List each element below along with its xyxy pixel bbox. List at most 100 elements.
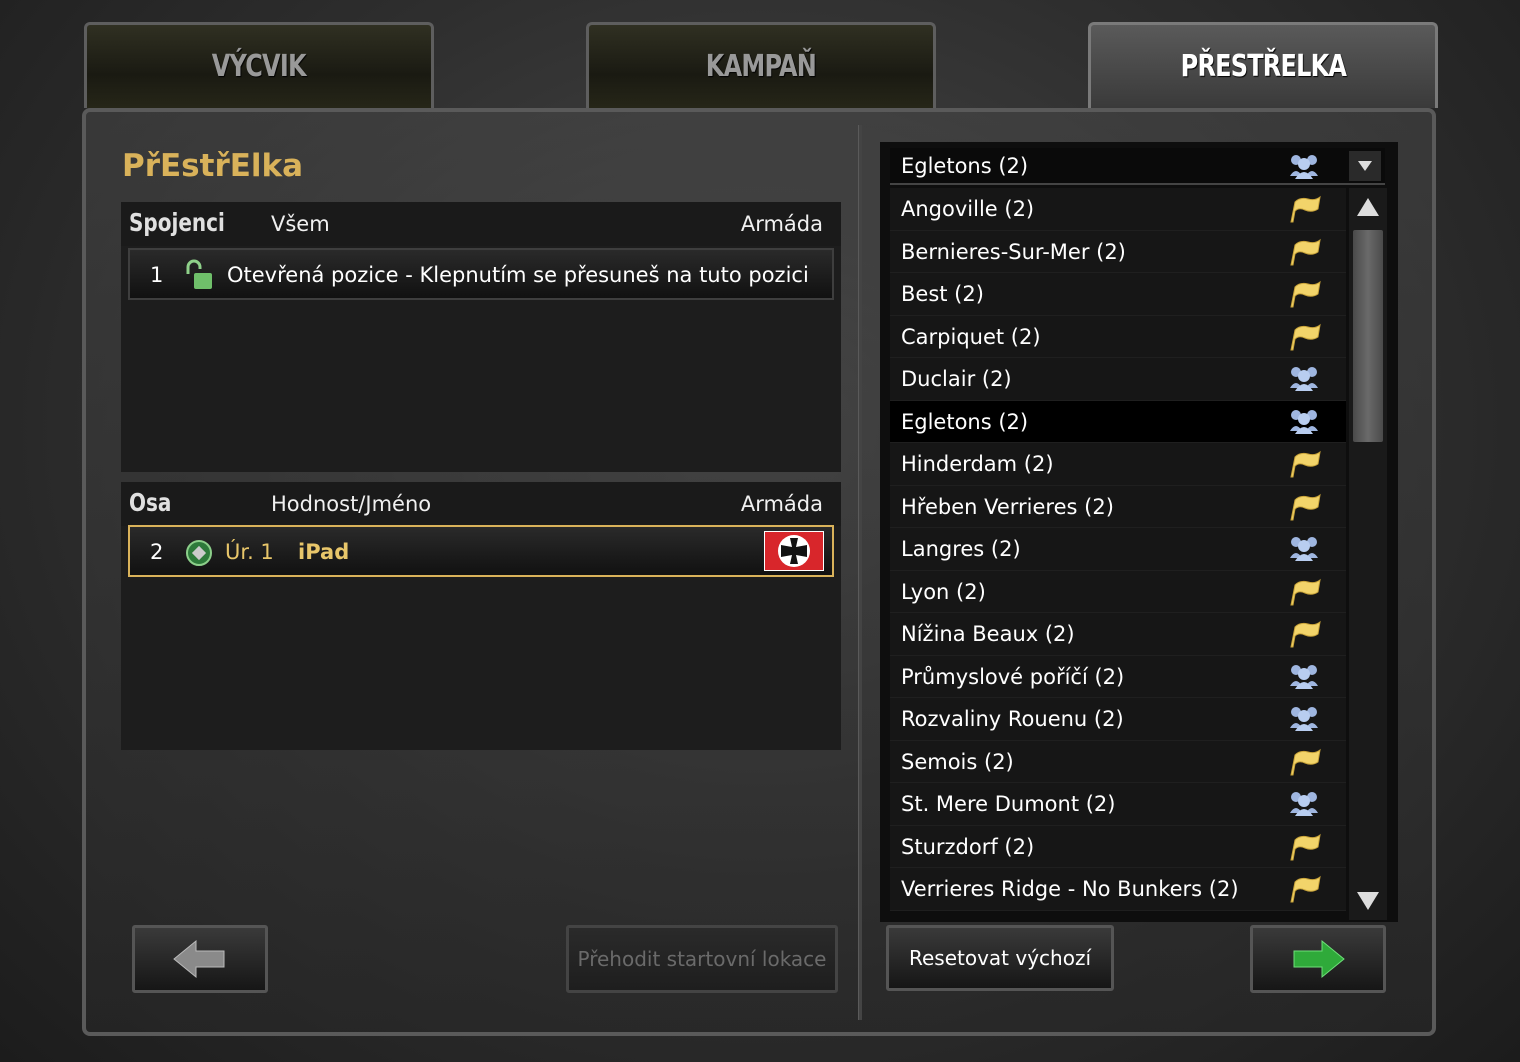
back-arrow-icon [173, 939, 225, 979]
flag-icon [1288, 874, 1322, 908]
tab-skirmish[interactable]: PŘESTŘELKA [1088, 22, 1438, 108]
flag-icon [1288, 832, 1322, 866]
forward-arrow-icon [1293, 939, 1345, 979]
group-icon [1290, 155, 1318, 179]
map-dropdown[interactable]: Egletons (2) [890, 148, 1385, 185]
rank-badge-icon [186, 540, 212, 566]
arrow-up-icon [1357, 198, 1379, 216]
army-flag[interactable] [764, 531, 824, 571]
map-name: St. Mere Dumont (2) [901, 792, 1116, 816]
map-list-item[interactable]: Hřeben Verrieres (2) [890, 485, 1346, 528]
back-button[interactable] [132, 925, 268, 993]
allies-side-label: Spojenci [129, 208, 225, 237]
flag-icon [1288, 279, 1322, 313]
map-list-item[interactable]: Bernieres-Sur-Mer (2) [890, 230, 1346, 273]
map-list-item[interactable]: Průmyslové poříčí (2) [890, 655, 1346, 698]
map-name: Sturzdorf (2) [901, 834, 1035, 859]
flag-icon [1288, 492, 1322, 526]
axis-panel: Osa Hodnost/Jméno Armáda 2 Úr. 1 iPad [121, 482, 841, 750]
reset-defaults-button[interactable]: Resetovat výchozí [886, 925, 1114, 991]
map-name: Bernieres-Sur-Mer (2) [901, 239, 1126, 264]
tab-campaign-label: KAMPAŇ [705, 49, 817, 84]
map-name: Carpiquet (2) [901, 324, 1041, 349]
flag-icon [1288, 322, 1322, 356]
map-list-item[interactable]: Semois (2) [890, 740, 1346, 783]
flag-icon [1288, 194, 1322, 228]
map-name: Egletons (2) [901, 409, 1029, 434]
map-list-item[interactable]: St. Mere Dumont (2) [890, 783, 1346, 826]
map-list-item[interactable]: Rozvaliny Rouenu (2) [890, 698, 1346, 741]
group-icon [1288, 407, 1320, 439]
panel-divider [858, 125, 862, 1020]
map-list-item[interactable]: Verrieres Ridge - No Bunkers (2) [890, 868, 1346, 911]
map-name: Lyon (2) [901, 579, 986, 604]
slot-number: 2 [150, 540, 164, 564]
axis-name-column: Hodnost/Jméno [271, 492, 432, 516]
map-name: Rozvaliny Rouenu (2) [901, 707, 1124, 731]
flag-icon [1288, 619, 1322, 653]
allies-panel: Spojenci Všem Armáda 1 Otevřená pozice -… [121, 202, 841, 472]
map-name: Průmyslové poříčí (2) [901, 664, 1125, 689]
map-list-item[interactable]: Langres (2) [890, 528, 1346, 571]
axis-header: Osa Hodnost/Jméno Armáda [121, 482, 841, 526]
iron-cross-icon [778, 535, 810, 567]
map-name: Duclair (2) [901, 367, 1012, 391]
map-name: Best (2) [901, 282, 984, 306]
unlocked-padlock-icon [186, 259, 212, 289]
flag-icon [1288, 237, 1322, 271]
map-list-item[interactable]: Egletons (2) [890, 400, 1346, 443]
allies-header: Spojenci Všem Armáda [121, 202, 841, 246]
allies-army-column: Armáda [740, 212, 823, 236]
map-name: Semois (2) [901, 749, 1014, 774]
player-name: iPad [298, 540, 350, 564]
selected-map-label: Egletons (2) [901, 154, 1029, 178]
allies-slot-1[interactable]: 1 Otevřená pozice - Klepnutím se přesune… [128, 248, 834, 300]
reset-defaults-label: Resetovat výchozí [908, 946, 1092, 970]
dropdown-toggle[interactable] [1349, 151, 1381, 181]
map-list-item[interactable]: Hinderdam (2) [890, 443, 1346, 486]
player-rank: Úr. 1 [225, 540, 274, 564]
map-list-item[interactable]: Nížina Beaux (2) [890, 613, 1346, 656]
map-list-item[interactable]: Sturzdorf (2) [890, 825, 1346, 868]
swap-start-label: Přehodit startovní lokace [577, 947, 827, 971]
chevron-down-icon [1358, 161, 1372, 171]
tab-training-label: VÝCVIK [211, 49, 307, 84]
tab-campaign[interactable]: KAMPAŇ [586, 22, 936, 108]
group-icon [1288, 704, 1320, 736]
axis-side-label: Osa [129, 488, 172, 517]
group-icon [1288, 789, 1320, 821]
slot-number: 1 [150, 263, 164, 287]
page-title: PřEstřElka [122, 148, 304, 184]
map-name: Angoville (2) [901, 197, 1035, 221]
group-icon [1288, 364, 1320, 396]
map-list-item[interactable]: Duclair (2) [890, 358, 1346, 401]
map-name: Langres (2) [901, 537, 1021, 561]
map-name: Hinderdam (2) [901, 452, 1054, 476]
map-name: Hřeben Verrieres (2) [901, 494, 1114, 519]
axis-army-column: Armáda [740, 492, 823, 516]
map-name: Verrieres Ridge - No Bunkers (2) [901, 877, 1239, 901]
flag-icon [1288, 747, 1322, 781]
map-list-scrollbar[interactable] [1349, 188, 1387, 920]
map-list-item[interactable]: Angoville (2) [890, 188, 1346, 231]
map-list-item[interactable]: Lyon (2) [890, 570, 1346, 613]
group-icon [1288, 662, 1320, 694]
map-name: Nížina Beaux (2) [901, 622, 1075, 646]
allies-team-column: Všem [271, 212, 330, 236]
next-button[interactable] [1250, 925, 1386, 993]
scroll-thumb[interactable] [1353, 230, 1383, 442]
map-list-item[interactable]: Carpiquet (2) [890, 315, 1346, 358]
arrow-down-icon [1357, 892, 1379, 910]
tab-training[interactable]: VÝCVIK [84, 22, 434, 108]
flag-icon [1288, 449, 1322, 483]
scroll-up-button[interactable] [1351, 190, 1385, 224]
tab-skirmish-label: PŘESTŘELKA [1180, 49, 1346, 84]
group-icon [1288, 534, 1320, 566]
open-slot-text: Otevřená pozice - Klepnutím se přesuneš … [227, 263, 809, 287]
map-list-item[interactable]: Best (2) [890, 273, 1346, 316]
map-list: Angoville (2) Bernieres-Sur-Mer (2) Best (… [890, 188, 1346, 918]
flag-icon [1288, 577, 1322, 611]
swap-start-locations-button[interactable]: Přehodit startovní lokace [566, 925, 838, 993]
axis-slot-2[interactable]: 2 Úr. 1 iPad [128, 525, 834, 577]
scroll-down-button[interactable] [1351, 884, 1385, 918]
